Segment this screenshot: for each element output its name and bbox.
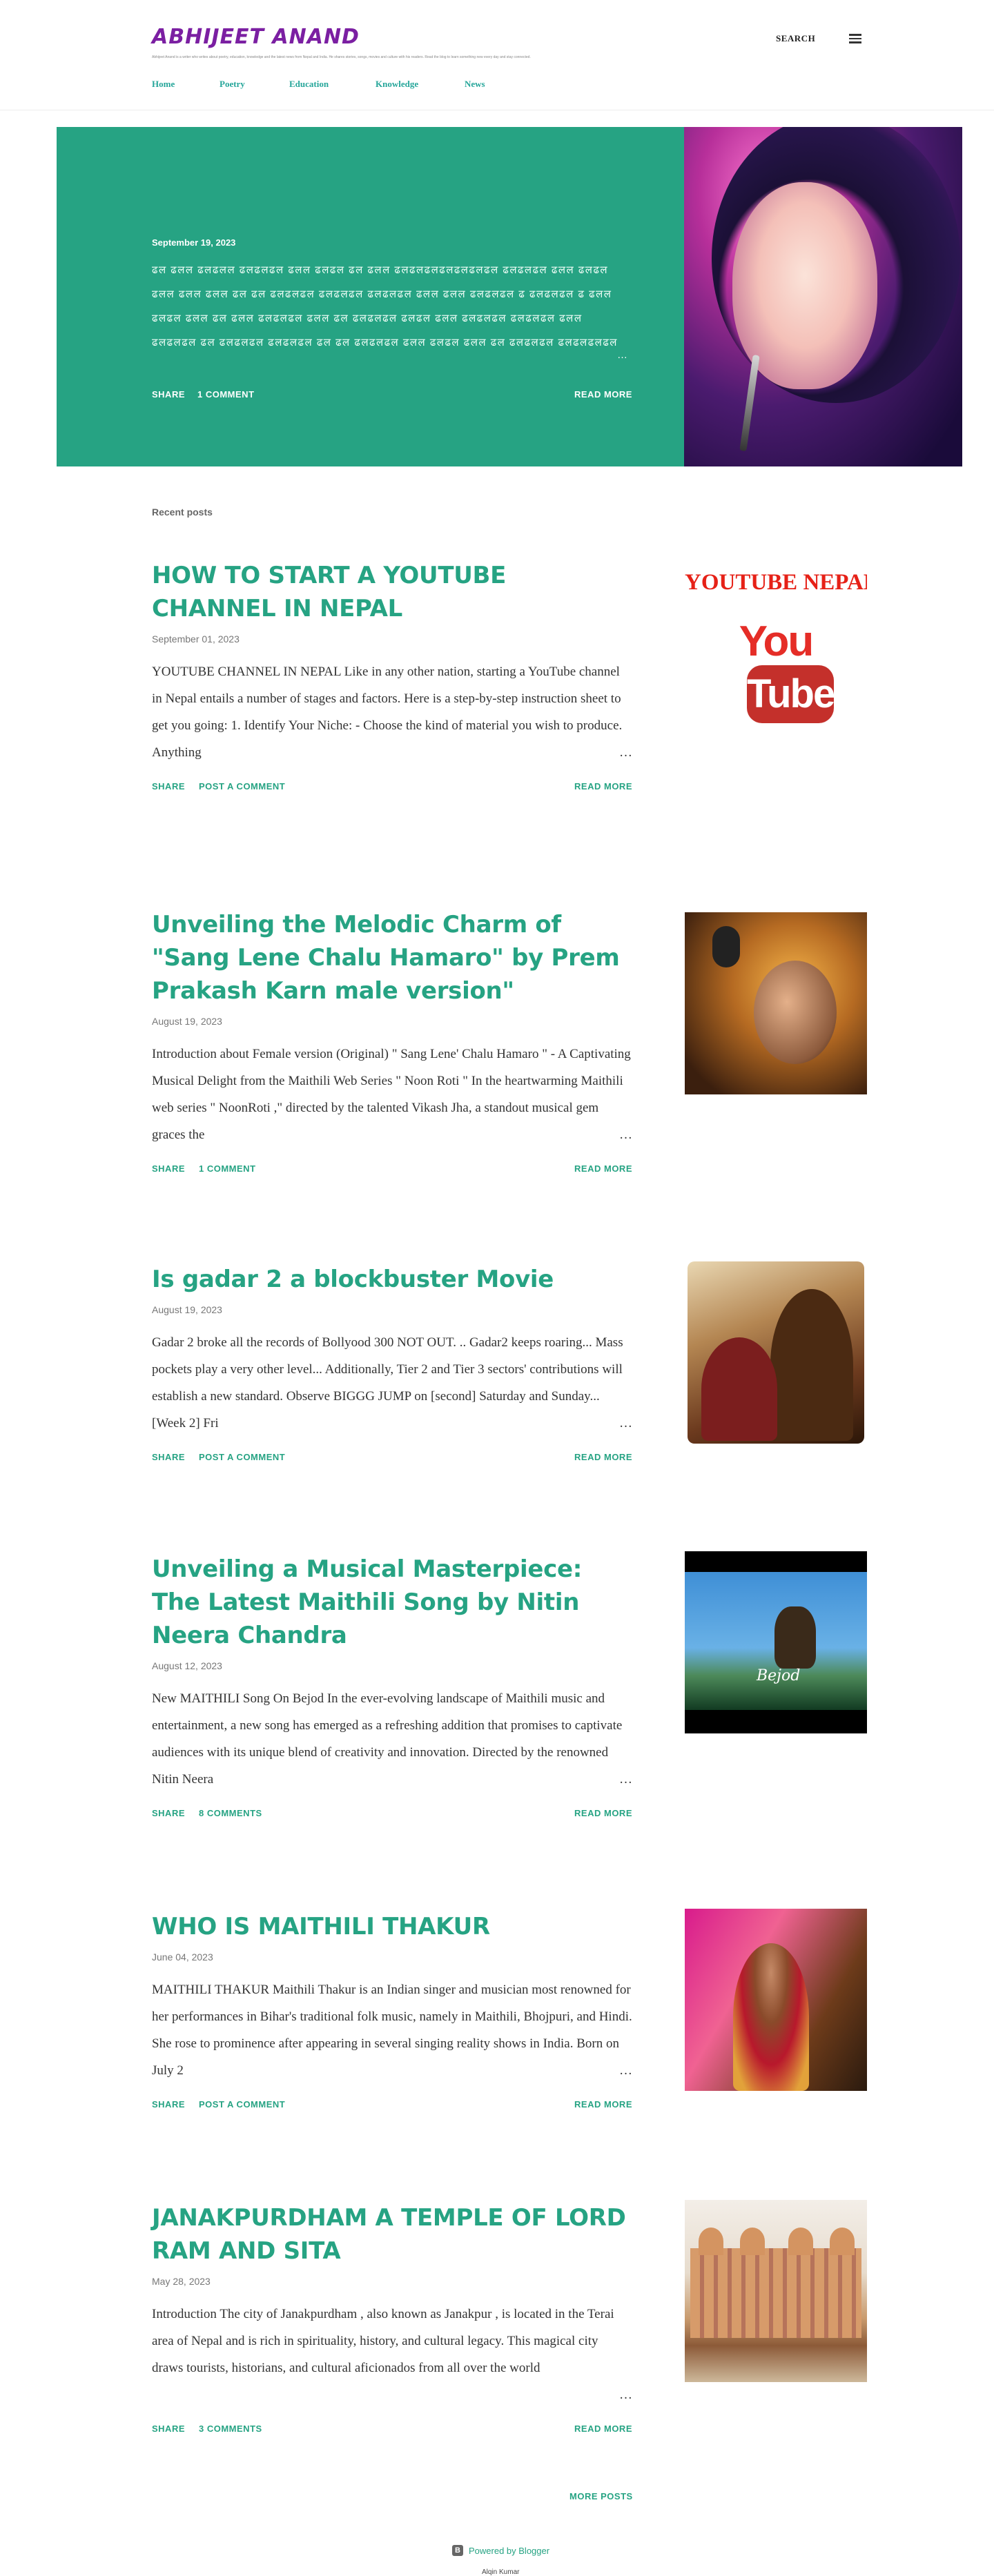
post-item: JANAKPURDHAM A TEMPLE OF LORD RAM AND SI…: [152, 2200, 867, 2434]
featured-share-button[interactable]: SHARE: [152, 389, 185, 400]
post-snippet: Gadar 2 broke all the records of Bollyoo…: [152, 1329, 632, 1437]
post-title[interactable]: HOW TO START A YOUTUBE CHANNEL IN NEPAL: [152, 559, 635, 625]
nav-poetry[interactable]: Poetry: [220, 79, 289, 90]
thumbnail-caption: YOUTUBE NEPAL: [685, 570, 867, 595]
read-more-link[interactable]: READ MORE: [574, 1163, 632, 1174]
post-snippet: Introduction The city of Janakpurdham , …: [152, 2301, 632, 2408]
site-header: ABHIJEET ANAND Abhijeet Anand is a write…: [0, 0, 994, 110]
youtube-logo-text: You: [739, 618, 815, 665]
read-more-link[interactable]: READ MORE: [574, 1808, 632, 1818]
share-button[interactable]: SHARE: [152, 2099, 185, 2110]
post-actions: SHARE 1 COMMENT READ MORE: [152, 1163, 632, 1174]
featured-post-date: September 19, 2023: [152, 237, 236, 248]
post-snippet: Introduction about Female version (Origi…: [152, 1041, 632, 1148]
powered-by-blogger-link[interactable]: B Powered by Blogger: [452, 2545, 549, 2556]
post-actions: SHARE 8 COMMENTS READ MORE: [152, 1808, 632, 1818]
post-item: Unveiling the Melodic Charm of "Sang Len…: [152, 908, 867, 1174]
featured-read-more-link[interactable]: READ MORE: [574, 389, 632, 400]
post-snippet: YOUTUBE CHANNEL IN NEPAL Like in any oth…: [152, 658, 632, 766]
read-more-link[interactable]: READ MORE: [574, 1452, 632, 1462]
comments-link[interactable]: POST A COMMENT: [199, 781, 285, 792]
share-button[interactable]: SHARE: [152, 781, 185, 792]
menu-icon[interactable]: [849, 32, 864, 46]
featured-post: September 19, 2023 ढल ढलल ढलढलल ढलढलढल ढ…: [57, 127, 962, 466]
read-more-link[interactable]: READ MORE: [574, 781, 632, 792]
recent-posts-heading: Recent posts: [152, 507, 213, 518]
search-button[interactable]: SEARCH: [776, 33, 815, 44]
post-actions: SHARE POST A COMMENT READ MORE: [152, 1452, 632, 1462]
youtube-logo-box: Tube: [747, 665, 835, 723]
post-actions: SHARE POST A COMMENT READ MORE: [152, 2099, 632, 2110]
post-thumbnail[interactable]: Bejod: [685, 1551, 867, 1733]
post-thumbnail[interactable]: YOUTUBE NEPAL You Tube: [685, 569, 867, 751]
post-thumbnail[interactable]: [685, 2200, 867, 2382]
comments-link[interactable]: POST A COMMENT: [199, 1452, 285, 1462]
comments-link[interactable]: POST A COMMENT: [199, 2099, 285, 2110]
featured-comments-link[interactable]: 1 COMMENT: [197, 389, 255, 400]
share-button[interactable]: SHARE: [152, 1808, 185, 1818]
post-title[interactable]: Unveiling a Musical Masterpiece: The Lat…: [152, 1553, 635, 1652]
featured-post-panel: September 19, 2023 ढल ढलल ढलढलल ढलढलढल ढ…: [57, 127, 684, 466]
nav-home[interactable]: Home: [152, 79, 220, 90]
post-actions: SHARE 3 COMMENTS READ MORE: [152, 2423, 632, 2434]
post-title[interactable]: JANAKPURDHAM A TEMPLE OF LORD RAM AND SI…: [152, 2201, 635, 2268]
post-thumbnail[interactable]: [688, 1261, 864, 1444]
read-more-link[interactable]: READ MORE: [574, 2099, 632, 2110]
post-thumbnail[interactable]: [685, 1909, 867, 2091]
footer-author: Alqin Kumar: [482, 2568, 520, 2576]
powered-by-label: Powered by Blogger: [469, 2545, 550, 2556]
featured-post-actions: SHARE 1 COMMENT: [152, 389, 255, 400]
share-button[interactable]: SHARE: [152, 1163, 185, 1174]
share-button[interactable]: SHARE: [152, 2423, 185, 2434]
nav-education[interactable]: Education: [289, 79, 376, 90]
post-item: HOW TO START A YOUTUBE CHANNEL IN NEPAL …: [152, 559, 867, 792]
post-title[interactable]: Is gadar 2 a blockbuster Movie: [152, 1263, 635, 1296]
main-nav: Home Poetry Education Knowledge News: [152, 79, 485, 90]
post-title[interactable]: Unveiling the Melodic Charm of "Sang Len…: [152, 908, 635, 1007]
comments-link[interactable]: 8 COMMENTS: [199, 1808, 262, 1818]
comments-link[interactable]: 1 COMMENT: [199, 1163, 256, 1174]
post-snippet: New MAITHILI Song On Bejod In the ever-e…: [152, 1685, 632, 1793]
nav-news[interactable]: News: [465, 79, 485, 90]
blogger-icon: B: [452, 2545, 463, 2556]
featured-post-ellipsis: …: [617, 349, 627, 361]
post-actions: SHARE POST A COMMENT READ MORE: [152, 781, 632, 792]
nav-knowledge[interactable]: Knowledge: [376, 79, 465, 90]
share-button[interactable]: SHARE: [152, 1452, 185, 1462]
post-title[interactable]: WHO IS MAITHILI THAKUR: [152, 1910, 635, 1943]
site-description: Abhijeet Anand is a writer who writes ab…: [152, 55, 531, 59]
post-item: Is gadar 2 a blockbuster Movie August 19…: [152, 1261, 867, 1462]
post-thumbnail[interactable]: [685, 912, 867, 1094]
featured-post-snippet: ढल ढलल ढलढलल ढलढलढल ढलल ढलढल ढल ढलल ढलढल…: [152, 264, 618, 348]
site-title[interactable]: ABHIJEET ANAND: [152, 25, 360, 49]
post-item: WHO IS MAITHILI THAKUR June 04, 2023 MAI…: [152, 1909, 867, 2110]
post-snippet: MAITHILI THAKUR Maithili Thakur is an In…: [152, 1976, 632, 2084]
more-posts-link[interactable]: MORE POSTS: [569, 2491, 633, 2501]
thumbnail-title: Bejod: [757, 1667, 801, 1684]
post-item: Unveiling a Musical Masterpiece: The Lat…: [152, 1551, 867, 1818]
comments-link[interactable]: 3 COMMENTS: [199, 2423, 262, 2434]
featured-post-image[interactable]: [684, 127, 962, 466]
read-more-link[interactable]: READ MORE: [574, 2423, 632, 2434]
